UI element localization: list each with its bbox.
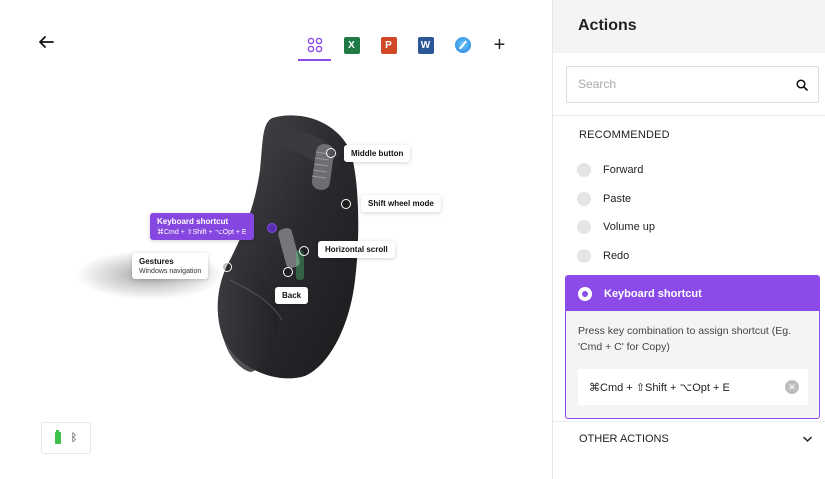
back-hotspot[interactable] <box>283 267 293 277</box>
callout-gestures[interactable]: Gestures Windows navigation <box>132 253 209 279</box>
option-label: Keyboard shortcut <box>604 287 702 300</box>
bluetooth-icon: ᛒ <box>70 432 78 444</box>
app-tab-word[interactable]: W <box>407 30 444 60</box>
callout-label: Middle button <box>351 149 404 158</box>
recommended-heading: RECOMMENDED <box>579 129 670 141</box>
panel-title: Actions <box>578 17 637 34</box>
app-tab-safari[interactable] <box>444 30 481 60</box>
callout-shift-wheel-mode[interactable]: Shift wheel mode <box>361 195 441 212</box>
app-selector-bar: X P W + <box>296 30 518 61</box>
option-label: Forward <box>603 164 644 176</box>
app-tab-excel[interactable]: X <box>333 30 370 60</box>
app-tab-all[interactable] <box>296 30 333 61</box>
callout-sublabel: Windows navigation <box>139 268 202 275</box>
plus-icon: + <box>493 34 506 56</box>
shortcut-instructions: Press key combination to assign shortcut… <box>578 325 792 353</box>
excel-glyph: X <box>348 39 355 51</box>
app-tab-powerpoint[interactable]: P <box>370 30 407 60</box>
option-forward[interactable]: Forward <box>577 163 643 177</box>
callout-label: Shift wheel mode <box>368 199 434 208</box>
powerpoint-icon: P <box>380 36 397 54</box>
divider <box>553 421 825 422</box>
horizontal-scroll-hotspot[interactable] <box>299 246 309 256</box>
excel-icon: X <box>343 36 360 54</box>
option-label: Paste <box>603 193 632 205</box>
callout-keyboard-shortcut[interactable]: Keyboard shortcut ⌘Cmd + ⇧Shift + ⌥Opt +… <box>150 213 254 240</box>
radio-selected-icon <box>578 286 592 301</box>
panel-body: RECOMMENDED Forward Paste Volume up Redo… <box>553 53 825 479</box>
radio-icon <box>577 163 591 177</box>
chevron-down-icon <box>803 436 812 442</box>
radio-icon <box>577 220 591 234</box>
divider <box>553 115 825 116</box>
callout-sublabel: ⌘Cmd + ⇧Shift + ⌥Opt + E <box>157 229 247 236</box>
callout-back[interactable]: Back <box>275 287 309 304</box>
shortcut-input[interactable]: ⌘Cmd + ⇧Shift + ⌥Opt + E ✕ <box>578 369 808 405</box>
option-label: Volume up <box>603 221 655 233</box>
gestures-hotspot[interactable] <box>222 262 232 272</box>
radio-icon <box>577 249 591 263</box>
shortcut-value: ⌘Cmd + ⇧Shift + ⌥Opt + E <box>589 382 730 394</box>
shift-wheel-hotspot[interactable] <box>341 199 351 209</box>
word-glyph: W <box>420 39 431 51</box>
add-app-button[interactable]: + <box>481 30 518 60</box>
safari-icon <box>454 37 471 53</box>
keyboard-shortcut-hotspot[interactable] <box>267 223 277 233</box>
callout-label: Horizontal scroll <box>325 245 388 254</box>
battery-icon <box>54 430 61 444</box>
option-keyboard-shortcut[interactable]: Keyboard shortcut <box>566 276 819 311</box>
option-redo[interactable]: Redo <box>577 249 629 263</box>
device-view: X P W + Middle button Shift wheel mode K… <box>0 0 552 479</box>
callout-horizontal-scroll[interactable]: Horizontal scroll <box>318 241 395 258</box>
callout-label: Back <box>282 291 302 300</box>
middle-button-hotspot[interactable] <box>326 148 336 158</box>
radio-icon <box>577 192 591 206</box>
search-box <box>566 66 819 103</box>
callout-label: Keyboard shortcut <box>157 217 229 226</box>
option-volume-up[interactable]: Volume up <box>577 220 655 234</box>
arrow-left-icon[interactable] <box>37 33 55 51</box>
clear-icon[interactable]: ✕ <box>785 380 799 394</box>
option-label: Redo <box>603 250 630 262</box>
grid-icon <box>307 37 322 53</box>
option-paste[interactable]: Paste <box>577 192 631 206</box>
search-icon[interactable] <box>796 79 808 91</box>
search-input[interactable] <box>578 77 778 91</box>
powerpoint-glyph: P <box>385 39 392 51</box>
word-icon: W <box>417 36 434 54</box>
other-actions-toggle[interactable]: OTHER ACTIONS <box>579 433 812 445</box>
selected-action-card: Keyboard shortcut Press key combination … <box>565 275 820 419</box>
callout-label: Gestures <box>139 257 174 266</box>
other-actions-label: OTHER ACTIONS <box>579 433 669 445</box>
device-status: ᛒ <box>41 422 91 454</box>
callout-middle-button[interactable]: Middle button <box>344 145 411 162</box>
actions-panel: Actions RECOMMENDED Forward Paste Volume… <box>552 0 825 479</box>
